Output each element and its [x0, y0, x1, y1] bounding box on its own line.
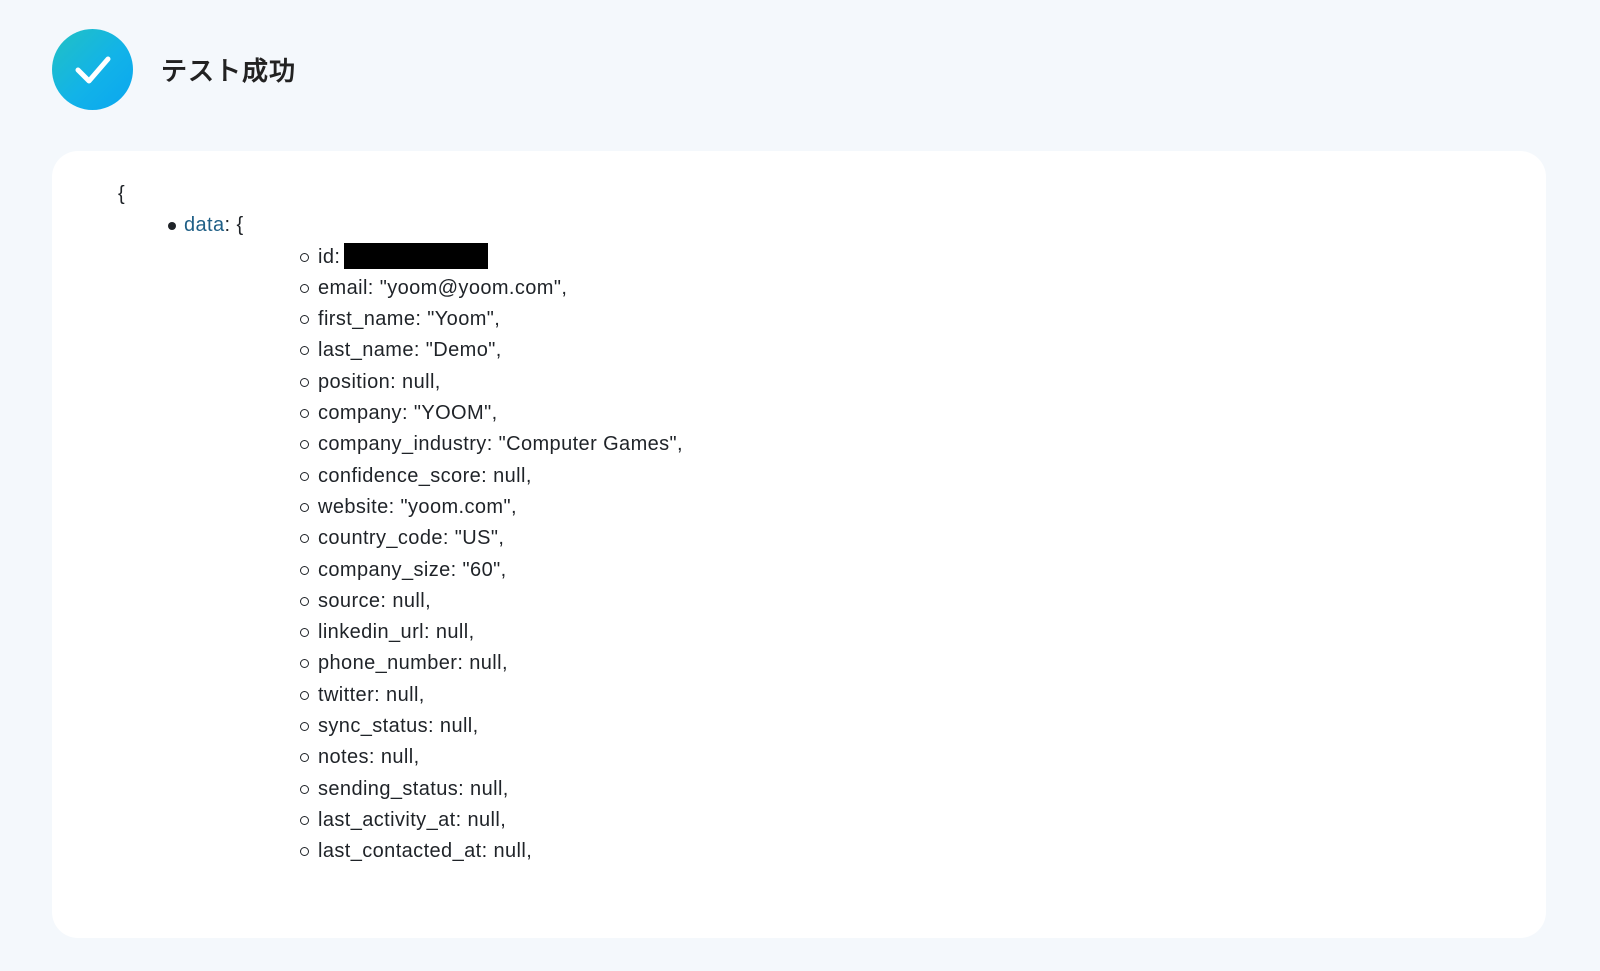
- json-field-text: last_activity_at: null,: [318, 808, 507, 831]
- json-field-text: last_contacted_at: null,: [318, 840, 533, 863]
- json-field-linkedin-url: linkedin_url: null,: [184, 617, 1498, 648]
- success-badge: [52, 29, 133, 110]
- json-field-id: id:: [184, 242, 1498, 273]
- json-field-company-industry: company_industry: "Computer Games",: [184, 429, 1498, 460]
- json-field-confidence-score: confidence_score: null,: [184, 461, 1498, 492]
- redacted-value: [344, 242, 489, 269]
- json-field-text: twitter: null,: [318, 683, 425, 706]
- json-field-text: company_size: "60",: [318, 558, 507, 581]
- json-field-list: id: email: "yoom@yoom.com", first_name: "Y…: [184, 242, 1498, 870]
- json-field-company: company: "YOOM",: [184, 398, 1498, 429]
- json-field-company-size: company_size: "60",: [184, 555, 1498, 586]
- json-root-list: data: { id: email: "yoom@yoom.com", first_…: [118, 210, 1498, 870]
- json-field-text: company: "YOOM",: [318, 402, 498, 425]
- json-field-text: phone_number: null,: [318, 652, 508, 675]
- json-field-last-name: last_name: "Demo",: [184, 335, 1498, 366]
- json-field-sync-status: sync_status: null,: [184, 711, 1498, 742]
- json-field-text: sending_status: null,: [318, 777, 509, 800]
- json-field-text: email: "yoom@yoom.com",: [318, 276, 568, 299]
- json-field-position: position: null,: [184, 367, 1498, 398]
- check-icon: [75, 56, 110, 83]
- json-root-suffix: : {: [224, 214, 244, 237]
- json-field-verification: verification: {: [184, 868, 1498, 870]
- test-result-title: テスト成功: [161, 57, 297, 87]
- json-key-data[interactable]: data: [184, 214, 225, 236]
- json-field-text: id:: [318, 245, 341, 268]
- json-field-text: notes: null,: [318, 746, 420, 769]
- json-field-text: company_industry: "Computer Games",: [318, 433, 684, 456]
- json-field-text: position: null,: [318, 370, 441, 393]
- json-field-last-contacted-at: last_contacted_at: null,: [184, 836, 1498, 867]
- json-field-text: confidence_score: null,: [318, 464, 532, 487]
- json-field-first-name: first_name: "Yoom",: [184, 304, 1498, 335]
- json-field-text: last_name: "Demo",: [318, 339, 502, 362]
- json-field-text: linkedin_url: null,: [318, 621, 475, 644]
- json-field-text: sync_status: null,: [318, 715, 479, 738]
- json-output-panel: { data: { id: email: "yoom@yoom.com", firs…: [52, 151, 1546, 938]
- json-field-sending-status: sending_status: null,: [184, 774, 1498, 805]
- json-tree[interactable]: { data: { id: email: "yoom@yoom.com", firs…: [118, 179, 1498, 870]
- json-field-email: email: "yoom@yoom.com",: [184, 273, 1498, 304]
- result-header: テスト成功: [52, 29, 296, 110]
- json-field-last-activity-at: last_activity_at: null,: [184, 805, 1498, 836]
- json-field-text: website: "yoom.com",: [318, 495, 517, 518]
- json-field-text: source: null,: [318, 589, 432, 612]
- json-field-phone-number: phone_number: null,: [184, 648, 1498, 679]
- json-field-source: source: null,: [184, 586, 1498, 617]
- json-field-twitter: twitter: null,: [184, 680, 1498, 711]
- json-field-country-code: country_code: "US",: [184, 523, 1498, 554]
- json-field-website: website: "yoom.com",: [184, 492, 1498, 523]
- json-root-item: data: { id: email: "yoom@yoom.com", first_…: [118, 210, 1498, 870]
- json-open-brace: {: [118, 183, 126, 205]
- json-field-notes: notes: null,: [184, 742, 1498, 773]
- json-field-text: first_name: "Yoom",: [318, 308, 501, 331]
- json-field-text: country_code: "US",: [318, 527, 505, 550]
